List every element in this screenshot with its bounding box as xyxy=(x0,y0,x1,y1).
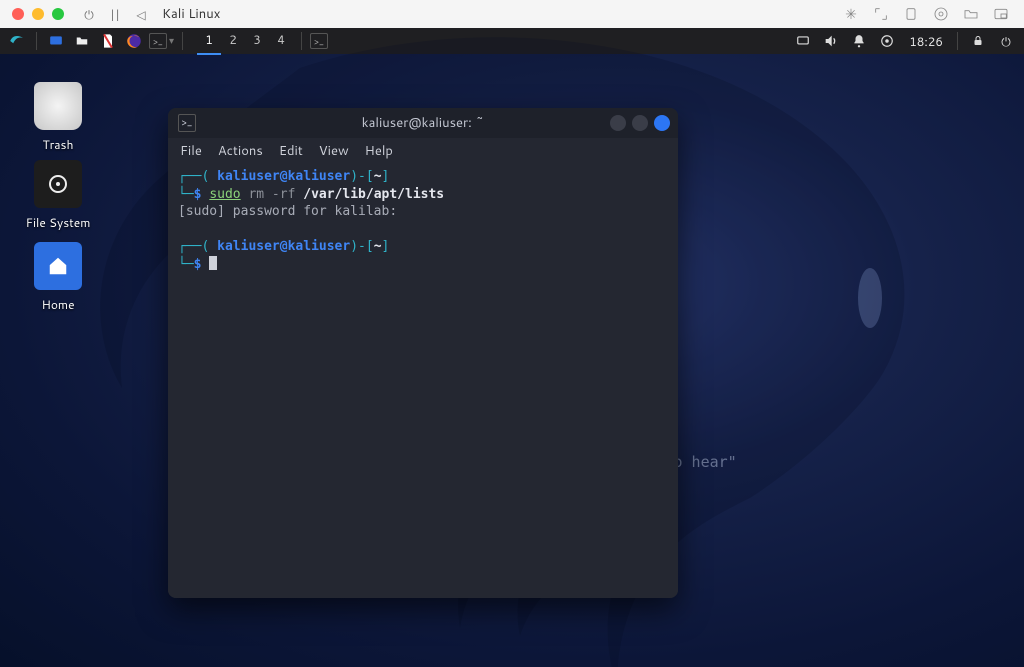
kali-desktop: KALI LINUX "the quieter you become, the … xyxy=(0,28,1024,667)
workspace-switcher: 1 2 3 4 xyxy=(197,28,293,55)
brightness-icon[interactable]: ✳ xyxy=(840,3,862,25)
desktop-trash[interactable]: Trash xyxy=(18,82,98,153)
taskbar-terminal-icon[interactable]: >_ xyxy=(149,33,167,49)
terminal-maximize-button[interactable] xyxy=(632,115,648,131)
host-window-title: Kali Linux xyxy=(162,5,220,23)
workspace-1[interactable]: 1 xyxy=(197,28,221,55)
taskbar-files-icon[interactable] xyxy=(71,31,93,51)
trash-icon xyxy=(34,82,82,130)
prompt-user: kaliuser xyxy=(217,169,280,184)
cmd-target: /var/lib/apt/lists xyxy=(303,187,444,202)
close-window-button[interactable] xyxy=(12,8,24,20)
chevron-down-icon[interactable]: ▾ xyxy=(169,34,174,48)
desktop-icon-label: Trash xyxy=(18,136,98,153)
taskbar-firefox-icon[interactable] xyxy=(123,31,145,51)
desktop-icon-label: File System xyxy=(18,214,98,231)
desktop-file-system[interactable]: File System xyxy=(18,160,98,231)
terminal-title: kaliuser@kaliuser: ~ xyxy=(168,114,678,132)
terminal-menu-help[interactable]: Help xyxy=(365,142,393,160)
sudo-password-line: [sudo] password for kalilab: xyxy=(178,204,397,219)
prompt-cwd-2: ~ xyxy=(374,239,382,254)
workspace-2[interactable]: 2 xyxy=(221,28,245,55)
desktop-icon-label: Home xyxy=(18,296,98,313)
terminal-cursor xyxy=(209,256,217,270)
cmd-sudo: sudo xyxy=(209,187,240,202)
picture-in-picture-icon[interactable] xyxy=(990,3,1012,25)
prompt-host-2: kaliuser xyxy=(288,239,351,254)
terminal-body[interactable]: ┌──( kaliuser@kaliuser)-[~] └─$ sudo rm … xyxy=(168,164,678,598)
disk-icon xyxy=(34,160,82,208)
traffic-lights xyxy=(12,8,64,20)
workspace-3[interactable]: 3 xyxy=(245,28,269,55)
terminal-window[interactable]: >_ kaliuser@kaliuser: ~ File Actions Edi… xyxy=(168,108,678,598)
desktop-home[interactable]: Home xyxy=(18,242,98,313)
pause-icon[interactable]: || xyxy=(106,6,124,23)
kali-menu-icon[interactable] xyxy=(6,31,28,51)
terminal-close-button[interactable] xyxy=(654,115,670,131)
power-icon[interactable]: ⏻ xyxy=(80,6,98,23)
top-panel: >_ ▾ 1 2 3 4 >_ 18:26 ⏻ xyxy=(0,28,1024,54)
taskbar-desktop-icon[interactable] xyxy=(45,31,67,51)
prompt-cwd: ~ xyxy=(374,169,382,184)
terminal-window-buttons xyxy=(610,115,670,131)
cmd-flags: rm -rf xyxy=(248,187,295,202)
terminal-menu-view[interactable]: View xyxy=(319,142,349,160)
home-folder-icon xyxy=(34,242,82,290)
back-icon[interactable]: ◁ xyxy=(132,6,150,23)
maximize-window-button[interactable] xyxy=(52,8,64,20)
device-window-icon[interactable] xyxy=(900,3,922,25)
terminal-menu-actions[interactable]: Actions xyxy=(218,142,263,160)
notifications-icon[interactable] xyxy=(847,33,871,49)
terminal-titlebar[interactable]: >_ kaliuser@kaliuser: ~ xyxy=(168,108,678,138)
terminal-app-icon: >_ xyxy=(178,114,196,132)
folder-icon[interactable] xyxy=(960,3,982,25)
volume-icon[interactable] xyxy=(819,33,843,49)
panel-clock[interactable]: 18:26 xyxy=(909,33,943,50)
record-icon[interactable] xyxy=(875,34,899,48)
running-terminal-icon[interactable]: >_ xyxy=(310,33,328,49)
terminal-menu-edit[interactable]: Edit xyxy=(279,142,303,160)
host-titlebar: ⏻ || ◁ Kali Linux ✳ xyxy=(0,0,1024,28)
lock-icon[interactable] xyxy=(966,34,990,48)
prompt-user-2: kaliuser xyxy=(217,239,280,254)
terminal-minimize-button[interactable] xyxy=(610,115,626,131)
settings-gear-icon[interactable] xyxy=(930,3,952,25)
power-menu-icon[interactable]: ⏻ xyxy=(994,33,1018,50)
minimize-window-button[interactable] xyxy=(32,8,44,20)
prompt-host: kaliuser xyxy=(288,169,351,184)
workspace-4[interactable]: 4 xyxy=(269,28,293,55)
enter-fullscreen-icon[interactable] xyxy=(870,3,892,25)
terminal-menubar: File Actions Edit View Help xyxy=(168,138,678,164)
screen-icon[interactable] xyxy=(791,34,815,48)
taskbar-text-editor-icon[interactable] xyxy=(97,31,119,51)
terminal-menu-file[interactable]: File xyxy=(180,142,202,160)
